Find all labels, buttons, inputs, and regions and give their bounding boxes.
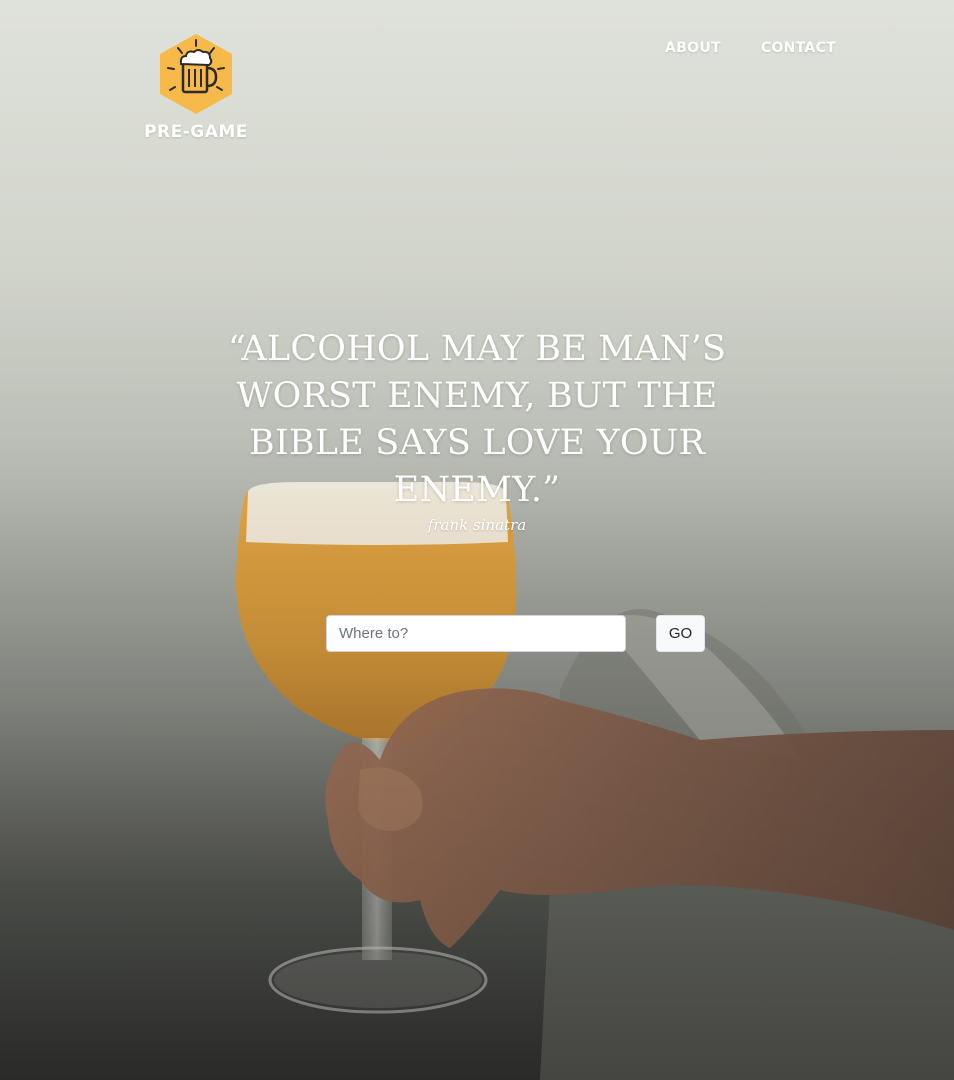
- go-button[interactable]: GO: [656, 615, 705, 652]
- search-form: GO: [326, 615, 705, 652]
- nav-link-contact[interactable]: CONTACT: [761, 40, 836, 56]
- hero-quote: “ALCOHOL MAY BE MAN’S WORST ENEMY, BUT T…: [227, 329, 727, 510]
- quote-author: frank sinatra: [427, 516, 527, 534]
- background-overlay: [0, 0, 954, 1080]
- main-nav: ABOUT CONTACT: [665, 40, 836, 56]
- beer-mug-icon: [160, 34, 232, 114]
- nav-link-about[interactable]: ABOUT: [665, 40, 721, 56]
- brand-logo[interactable]: PRE-GAME: [138, 32, 254, 142]
- search-input[interactable]: [326, 615, 626, 652]
- hero-section: “ALCOHOL MAY BE MAN’S WORST ENEMY, BUT T…: [200, 326, 754, 534]
- brand-name: PRE-GAME: [144, 122, 248, 142]
- landing-page: PRE-GAME ABOUT CONTACT “ALCOHOL MAY BE M…: [0, 0, 954, 1080]
